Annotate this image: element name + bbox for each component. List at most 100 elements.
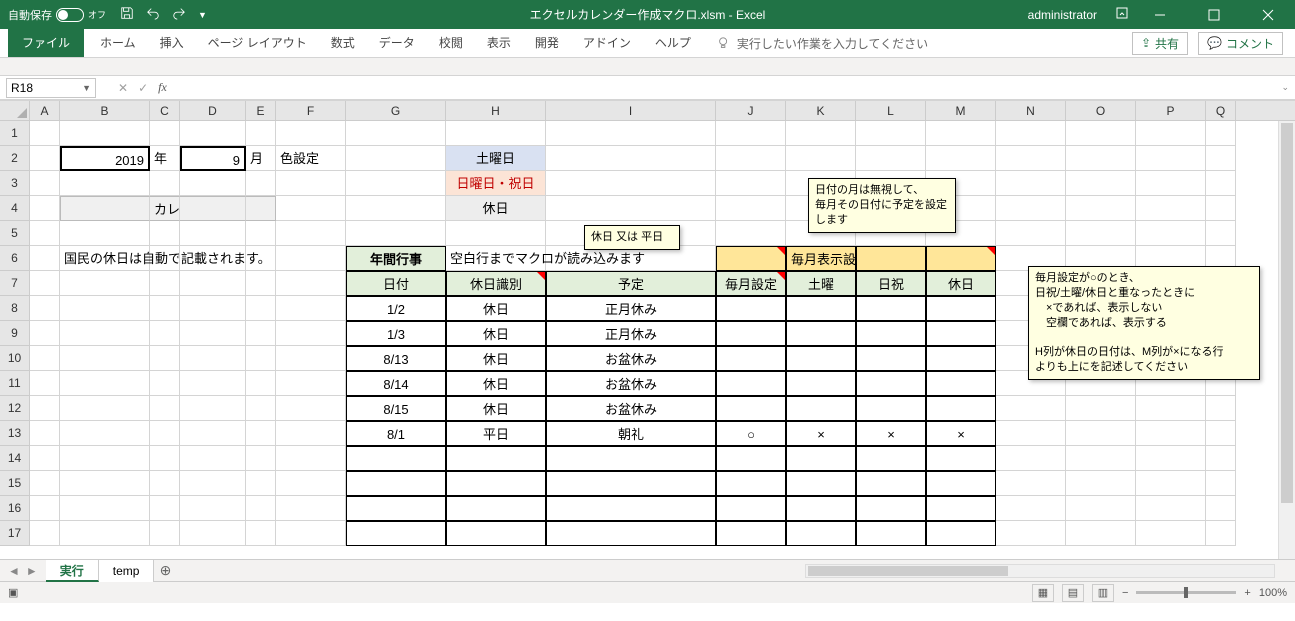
normal-view-button[interactable]: ▦	[1032, 584, 1054, 602]
cell[interactable]	[446, 471, 546, 496]
worksheet-grid[interactable]: A B C D E F G H I J K L M N O P Q 122019…	[0, 100, 1295, 559]
cell[interactable]	[180, 396, 246, 421]
cell[interactable]	[246, 496, 276, 521]
cell[interactable]	[246, 371, 276, 396]
cell[interactable]	[926, 146, 996, 171]
cell[interactable]	[276, 246, 346, 271]
cell[interactable]	[30, 146, 60, 171]
cell[interactable]	[346, 446, 446, 471]
row-header[interactable]: 2	[0, 146, 30, 171]
row-header[interactable]: 11	[0, 371, 30, 396]
col-header[interactable]: P	[1136, 101, 1206, 120]
cell[interactable]	[856, 446, 926, 471]
row-header[interactable]: 1	[0, 121, 30, 146]
cell[interactable]	[716, 221, 786, 246]
cell[interactable]: 予定	[546, 271, 716, 296]
col-header[interactable]: B	[60, 101, 150, 120]
col-header[interactable]: C	[150, 101, 180, 120]
cell[interactable]	[546, 446, 716, 471]
cell[interactable]	[996, 471, 1066, 496]
cell[interactable]	[246, 346, 276, 371]
cell[interactable]	[1136, 396, 1206, 421]
cell[interactable]	[1136, 421, 1206, 446]
cell[interactable]	[276, 121, 346, 146]
cell[interactable]	[276, 271, 346, 296]
cell[interactable]	[150, 246, 180, 271]
cell[interactable]	[150, 521, 180, 546]
cell[interactable]	[1136, 446, 1206, 471]
col-header[interactable]: K	[786, 101, 856, 120]
col-header[interactable]: L	[856, 101, 926, 120]
cell[interactable]	[716, 146, 786, 171]
cell[interactable]	[996, 521, 1066, 546]
cell[interactable]	[60, 321, 150, 346]
cell[interactable]	[346, 146, 446, 171]
cell[interactable]	[1206, 196, 1236, 221]
cell[interactable]	[276, 496, 346, 521]
cell[interactable]: ×	[856, 421, 926, 446]
tab-pagelayout[interactable]: ページ レイアウト	[196, 29, 319, 57]
cell[interactable]: 8/15	[346, 396, 446, 421]
cell[interactable]	[1066, 196, 1136, 221]
cell[interactable]	[546, 171, 716, 196]
cell[interactable]: 休日	[446, 371, 546, 396]
cell[interactable]	[1206, 171, 1236, 196]
cell[interactable]	[786, 146, 856, 171]
cell[interactable]	[716, 296, 786, 321]
cell[interactable]	[1066, 446, 1136, 471]
cell[interactable]: 国民の休日は自動で記載されます。	[60, 246, 150, 271]
cell[interactable]	[716, 346, 786, 371]
cell[interactable]: 休日識別	[446, 271, 546, 296]
row-header[interactable]: 6	[0, 246, 30, 271]
col-header[interactable]: A	[30, 101, 60, 120]
cell[interactable]: 1/2	[346, 296, 446, 321]
cell[interactable]	[246, 121, 276, 146]
row-header[interactable]: 16	[0, 496, 30, 521]
row-header[interactable]: 4	[0, 196, 30, 221]
cell[interactable]	[856, 371, 926, 396]
cell[interactable]	[246, 221, 276, 246]
cell[interactable]	[30, 221, 60, 246]
cell[interactable]	[996, 121, 1066, 146]
col-header[interactable]: Q	[1206, 101, 1236, 120]
cell[interactable]	[30, 246, 60, 271]
cell[interactable]	[546, 121, 716, 146]
cell[interactable]	[716, 321, 786, 346]
cell[interactable]	[246, 246, 276, 271]
minimize-button[interactable]	[1137, 0, 1183, 29]
user-name[interactable]: administrator	[1028, 8, 1097, 22]
cell[interactable]	[276, 196, 346, 221]
cell[interactable]	[276, 296, 346, 321]
cell[interactable]	[346, 521, 446, 546]
cell[interactable]	[150, 321, 180, 346]
row-header[interactable]: 14	[0, 446, 30, 471]
cell[interactable]	[1066, 496, 1136, 521]
cell[interactable]	[926, 321, 996, 346]
cell[interactable]: 正月休み	[546, 321, 716, 346]
col-header[interactable]: H	[446, 101, 546, 120]
sheet-tab[interactable]: temp	[99, 560, 155, 582]
cell[interactable]	[1206, 521, 1236, 546]
vertical-scrollbar[interactable]	[1278, 121, 1295, 559]
col-header[interactable]: E	[246, 101, 276, 120]
row-header[interactable]: 8	[0, 296, 30, 321]
undo-icon[interactable]	[146, 6, 160, 23]
cell[interactable]	[546, 471, 716, 496]
cell[interactable]	[716, 171, 786, 196]
share-button[interactable]: ⇪共有	[1132, 32, 1188, 55]
tab-review[interactable]: 校閲	[427, 29, 475, 57]
cell[interactable]	[926, 521, 996, 546]
cell[interactable]	[246, 296, 276, 321]
cell[interactable]: 9	[180, 146, 246, 171]
cell[interactable]	[180, 496, 246, 521]
zoom-slider[interactable]	[1136, 591, 1236, 594]
cell[interactable]	[996, 146, 1066, 171]
cell[interactable]: 年間行事	[346, 246, 446, 271]
toggle-switch[interactable]	[56, 8, 84, 22]
cell[interactable]: 日曜日・祝日	[446, 171, 546, 196]
cell[interactable]	[1206, 146, 1236, 171]
cell[interactable]	[1136, 146, 1206, 171]
cell[interactable]	[716, 196, 786, 221]
row-header[interactable]: 7	[0, 271, 30, 296]
cell[interactable]	[246, 421, 276, 446]
